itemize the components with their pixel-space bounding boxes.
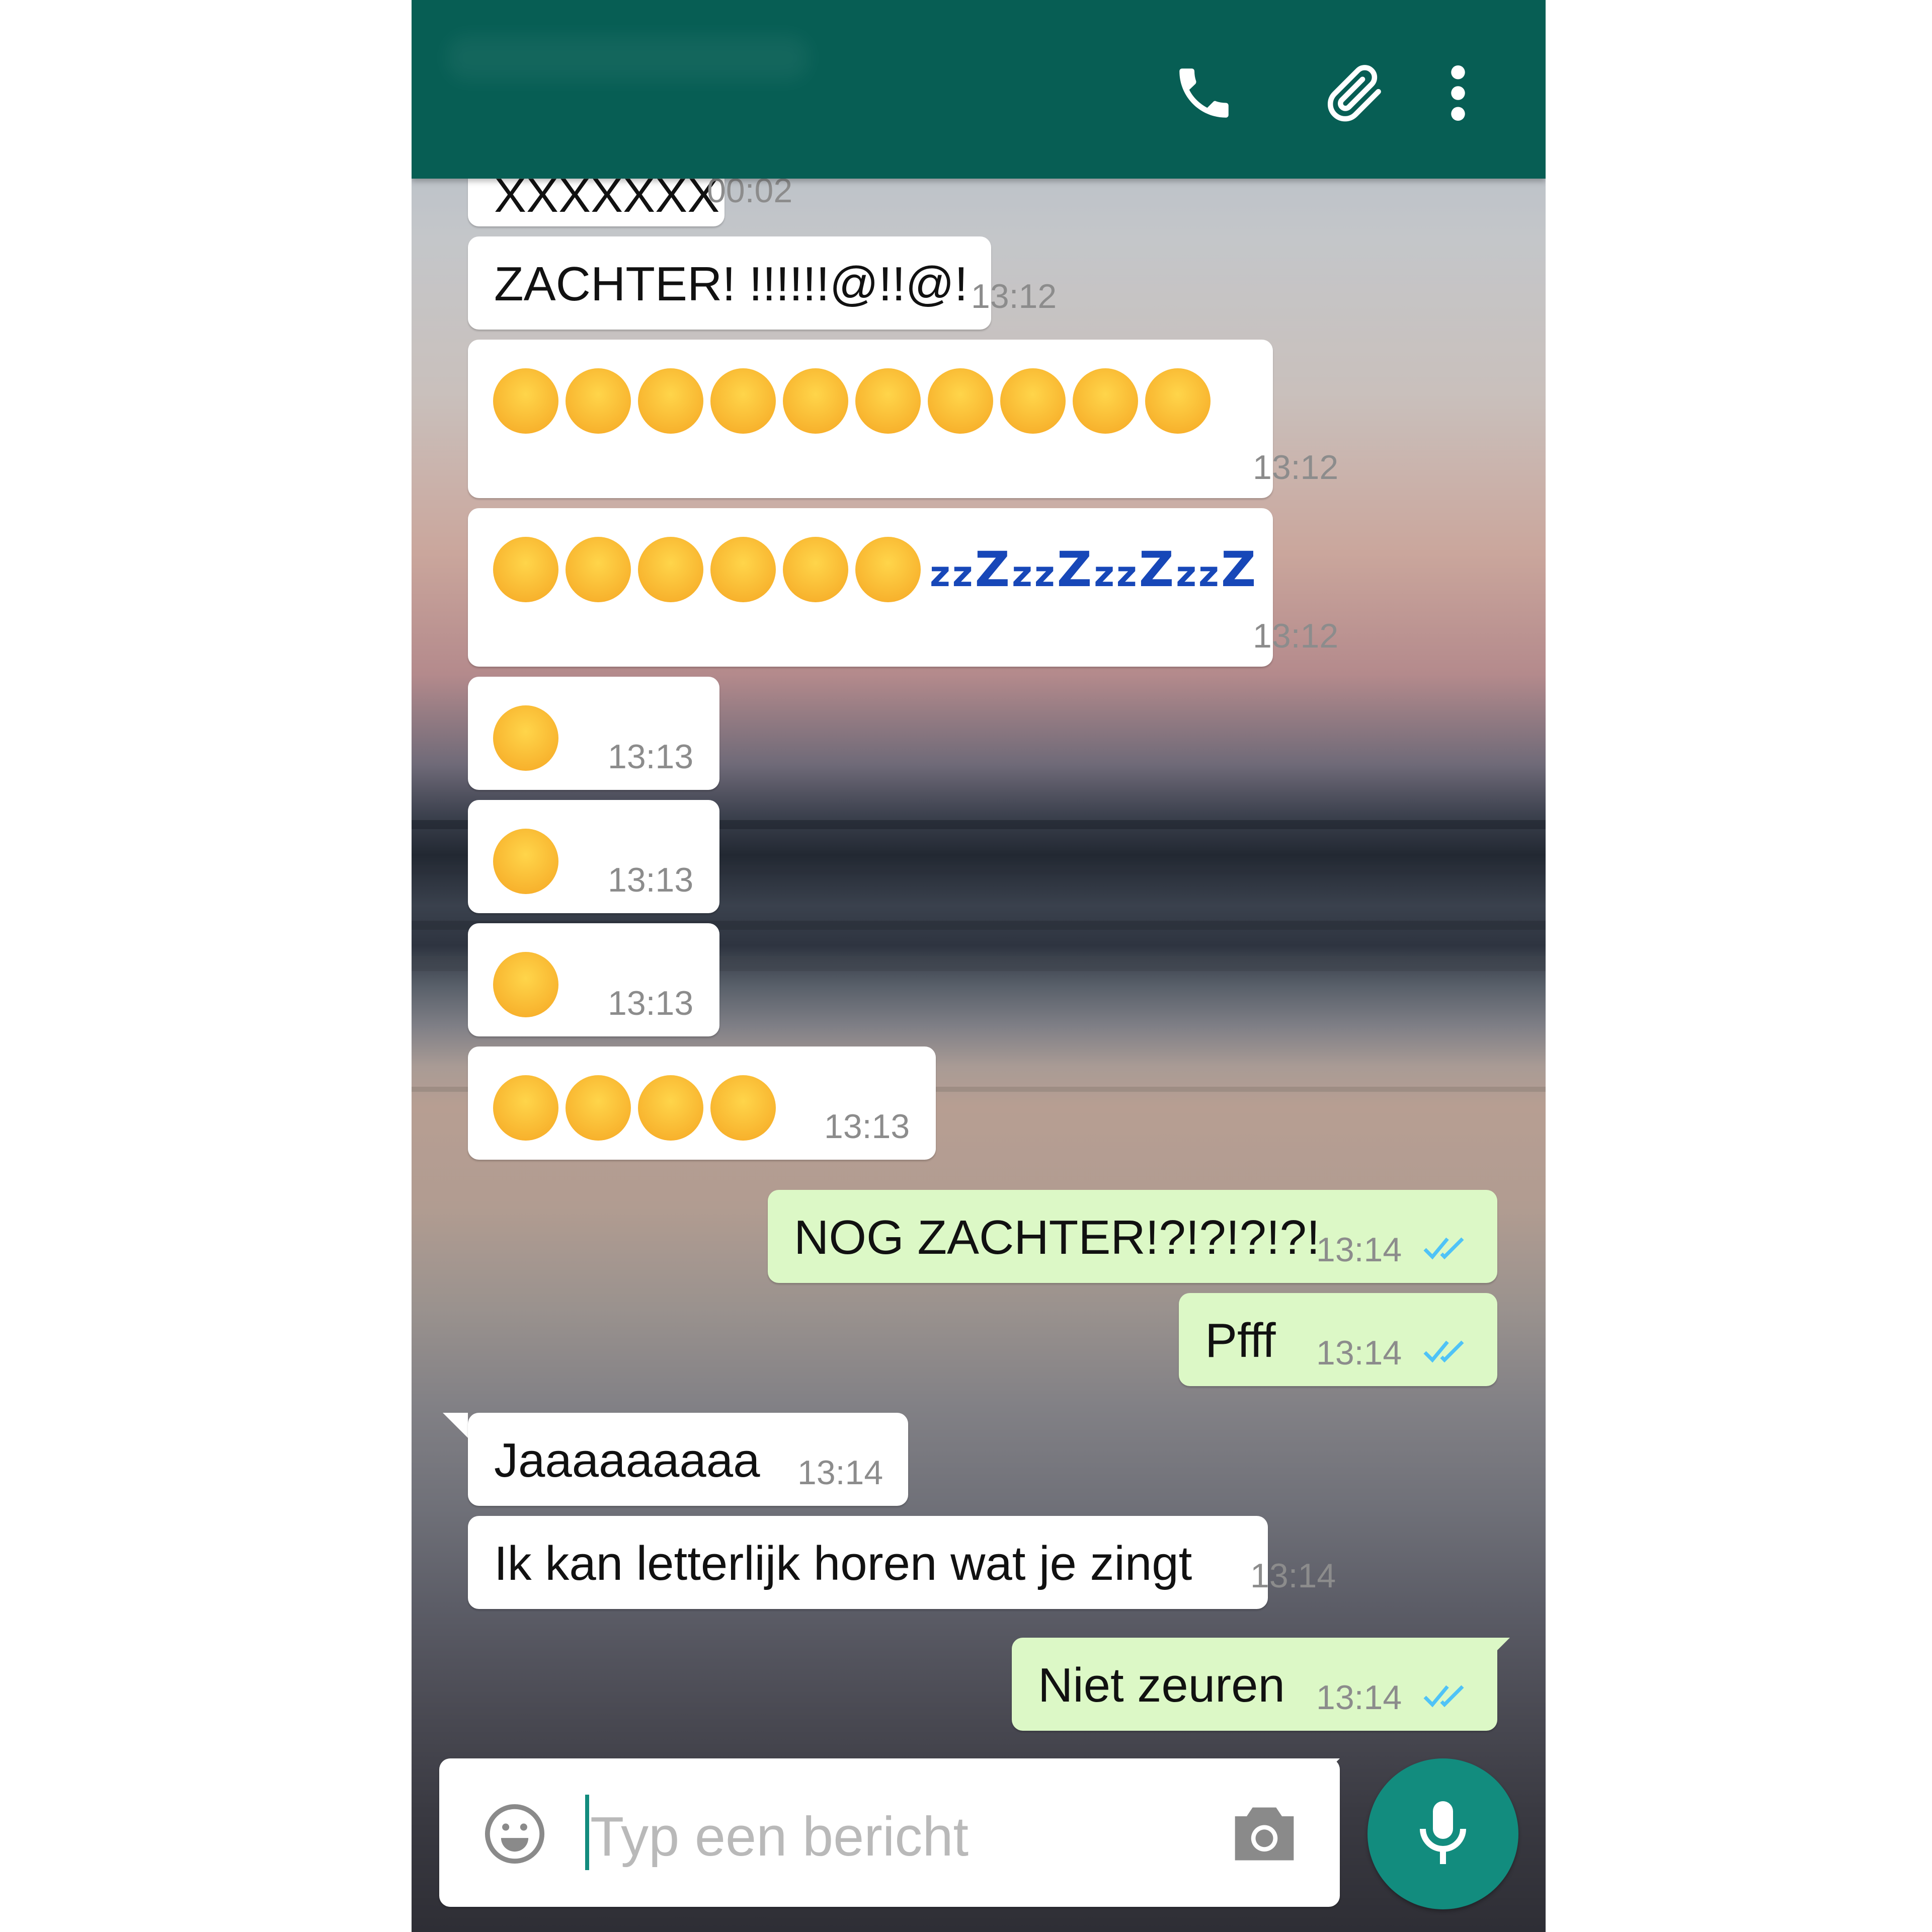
- persevering-face-icon: [1000, 368, 1066, 434]
- emoji-row: [493, 1069, 783, 1141]
- message-bubble-incoming[interactable]: 13:13: [468, 800, 719, 913]
- double-check-icon: [1423, 1237, 1464, 1260]
- message-time: 13:13: [608, 738, 694, 776]
- persevering-face-icon: [566, 368, 631, 434]
- bubble-tail: [1485, 1638, 1510, 1663]
- confounded-face-icon: [710, 537, 776, 603]
- message-time: 13:14: [1316, 1231, 1402, 1269]
- kissing-face-icon: [710, 1075, 776, 1141]
- message-time: 13:12: [1253, 617, 1339, 655]
- persevering-face-icon: [855, 368, 921, 434]
- chat-header: [412, 0, 1546, 179]
- message-input[interactable]: Typ een bericht: [590, 1805, 969, 1869]
- confounded-face-icon: [493, 829, 558, 895]
- emoji-row: [493, 946, 566, 1018]
- message-text: Ik kan letterlijk horen wat je zingt: [494, 1537, 1192, 1590]
- message-bubble-incoming[interactable]: Ik kan letterlijk horen wat je zingt 13:…: [468, 1516, 1336, 1609]
- phone-icon[interactable]: [1166, 55, 1242, 131]
- message-bubble-incoming[interactable]: 13:13: [468, 923, 719, 1036]
- confounded-face-icon: [493, 537, 558, 603]
- paperclip-icon[interactable]: [1317, 55, 1393, 131]
- confounded-face-icon: [855, 537, 921, 603]
- persevering-face-icon: [493, 705, 558, 771]
- message-time: 13:12: [971, 277, 1057, 315]
- message-composer[interactable]: Typ een bericht: [439, 1758, 1340, 1907]
- kissing-face-icon: [493, 1075, 558, 1141]
- zzz-icon: zzZzzZzzZzzZ: [930, 541, 1258, 598]
- text-cursor: [585, 1795, 589, 1870]
- confounded-face-icon: [493, 952, 558, 1018]
- message-time: 13:14: [1250, 1557, 1336, 1595]
- message-bubble-incoming[interactable]: 13:13: [468, 677, 719, 790]
- double-check-icon: [1423, 1340, 1464, 1363]
- persevering-face-icon: [1145, 368, 1211, 434]
- message-text: Niet zeuren: [1038, 1658, 1285, 1712]
- message-bubble-incoming[interactable]: 13:12: [468, 340, 1338, 498]
- persevering-face-icon: [710, 368, 776, 434]
- persevering-face-icon: [638, 368, 703, 434]
- message-bubble-incoming[interactable]: ZACHTER! !!!!!!@!!@! 13:12: [468, 236, 1057, 330]
- kissing-face-icon: [566, 1075, 631, 1141]
- message-text: Jaaaaaaaaa: [494, 1433, 760, 1487]
- emoji-icon[interactable]: [482, 1801, 547, 1867]
- emoji-row: [493, 362, 1218, 434]
- message-time: 13:12: [1253, 448, 1339, 487]
- double-check-icon: [1423, 1685, 1464, 1708]
- kissing-face-icon: [638, 1075, 703, 1141]
- persevering-face-icon: [783, 368, 848, 434]
- camera-icon[interactable]: [1229, 1801, 1300, 1867]
- message-bubble-outgoing[interactable]: NOG ZACHTER!?!?!?!?! 13:14: [768, 1190, 1497, 1283]
- contact-name-blurred[interactable]: [447, 35, 809, 80]
- persevering-face-icon: [1073, 368, 1138, 434]
- confounded-face-icon: [783, 537, 848, 603]
- message-bubble-outgoing[interactable]: Niet zeuren 13:14: [1012, 1638, 1497, 1731]
- message-time: 13:14: [1316, 1334, 1402, 1372]
- emoji-row: [493, 823, 566, 895]
- persevering-face-icon: [493, 368, 558, 434]
- more-vert-icon[interactable]: [1433, 55, 1483, 131]
- message-bubble-incoming[interactable]: 13:13: [468, 1046, 936, 1160]
- persevering-face-icon: [928, 368, 993, 434]
- message-time: 13:14: [1316, 1678, 1402, 1717]
- emoji-row: zzZzzZzzZzzZ: [493, 531, 1265, 603]
- message-time: 13:14: [797, 1454, 883, 1492]
- emoji-row: [493, 699, 566, 771]
- message-time: 13:13: [608, 984, 694, 1022]
- confounded-face-icon: [566, 537, 631, 603]
- chat-screen: XXXXXXX 00:02 ZACHTER! !!!!!!@!!@! 13:12…: [412, 0, 1546, 1932]
- mic-button[interactable]: [1367, 1758, 1518, 1909]
- bubble-tail: [443, 1413, 468, 1438]
- message-bubble-incoming[interactable]: Jaaaaaaaaa 13:14: [468, 1413, 908, 1506]
- confounded-face-icon: [638, 537, 703, 603]
- message-text: ZACHTER! !!!!!!@!!@!: [494, 257, 968, 311]
- mic-icon: [1420, 1801, 1466, 1864]
- message-time: 13:13: [824, 1107, 910, 1146]
- message-time: 13:13: [608, 861, 694, 899]
- message-bubble-incoming[interactable]: zzZzzZzzZzzZ 13:12: [468, 508, 1338, 667]
- message-text: Pfff: [1205, 1314, 1276, 1367]
- message-bubble-outgoing[interactable]: Pfff 13:14: [1179, 1293, 1497, 1386]
- message-text: NOG ZACHTER!?!?!?!?!: [794, 1211, 1320, 1264]
